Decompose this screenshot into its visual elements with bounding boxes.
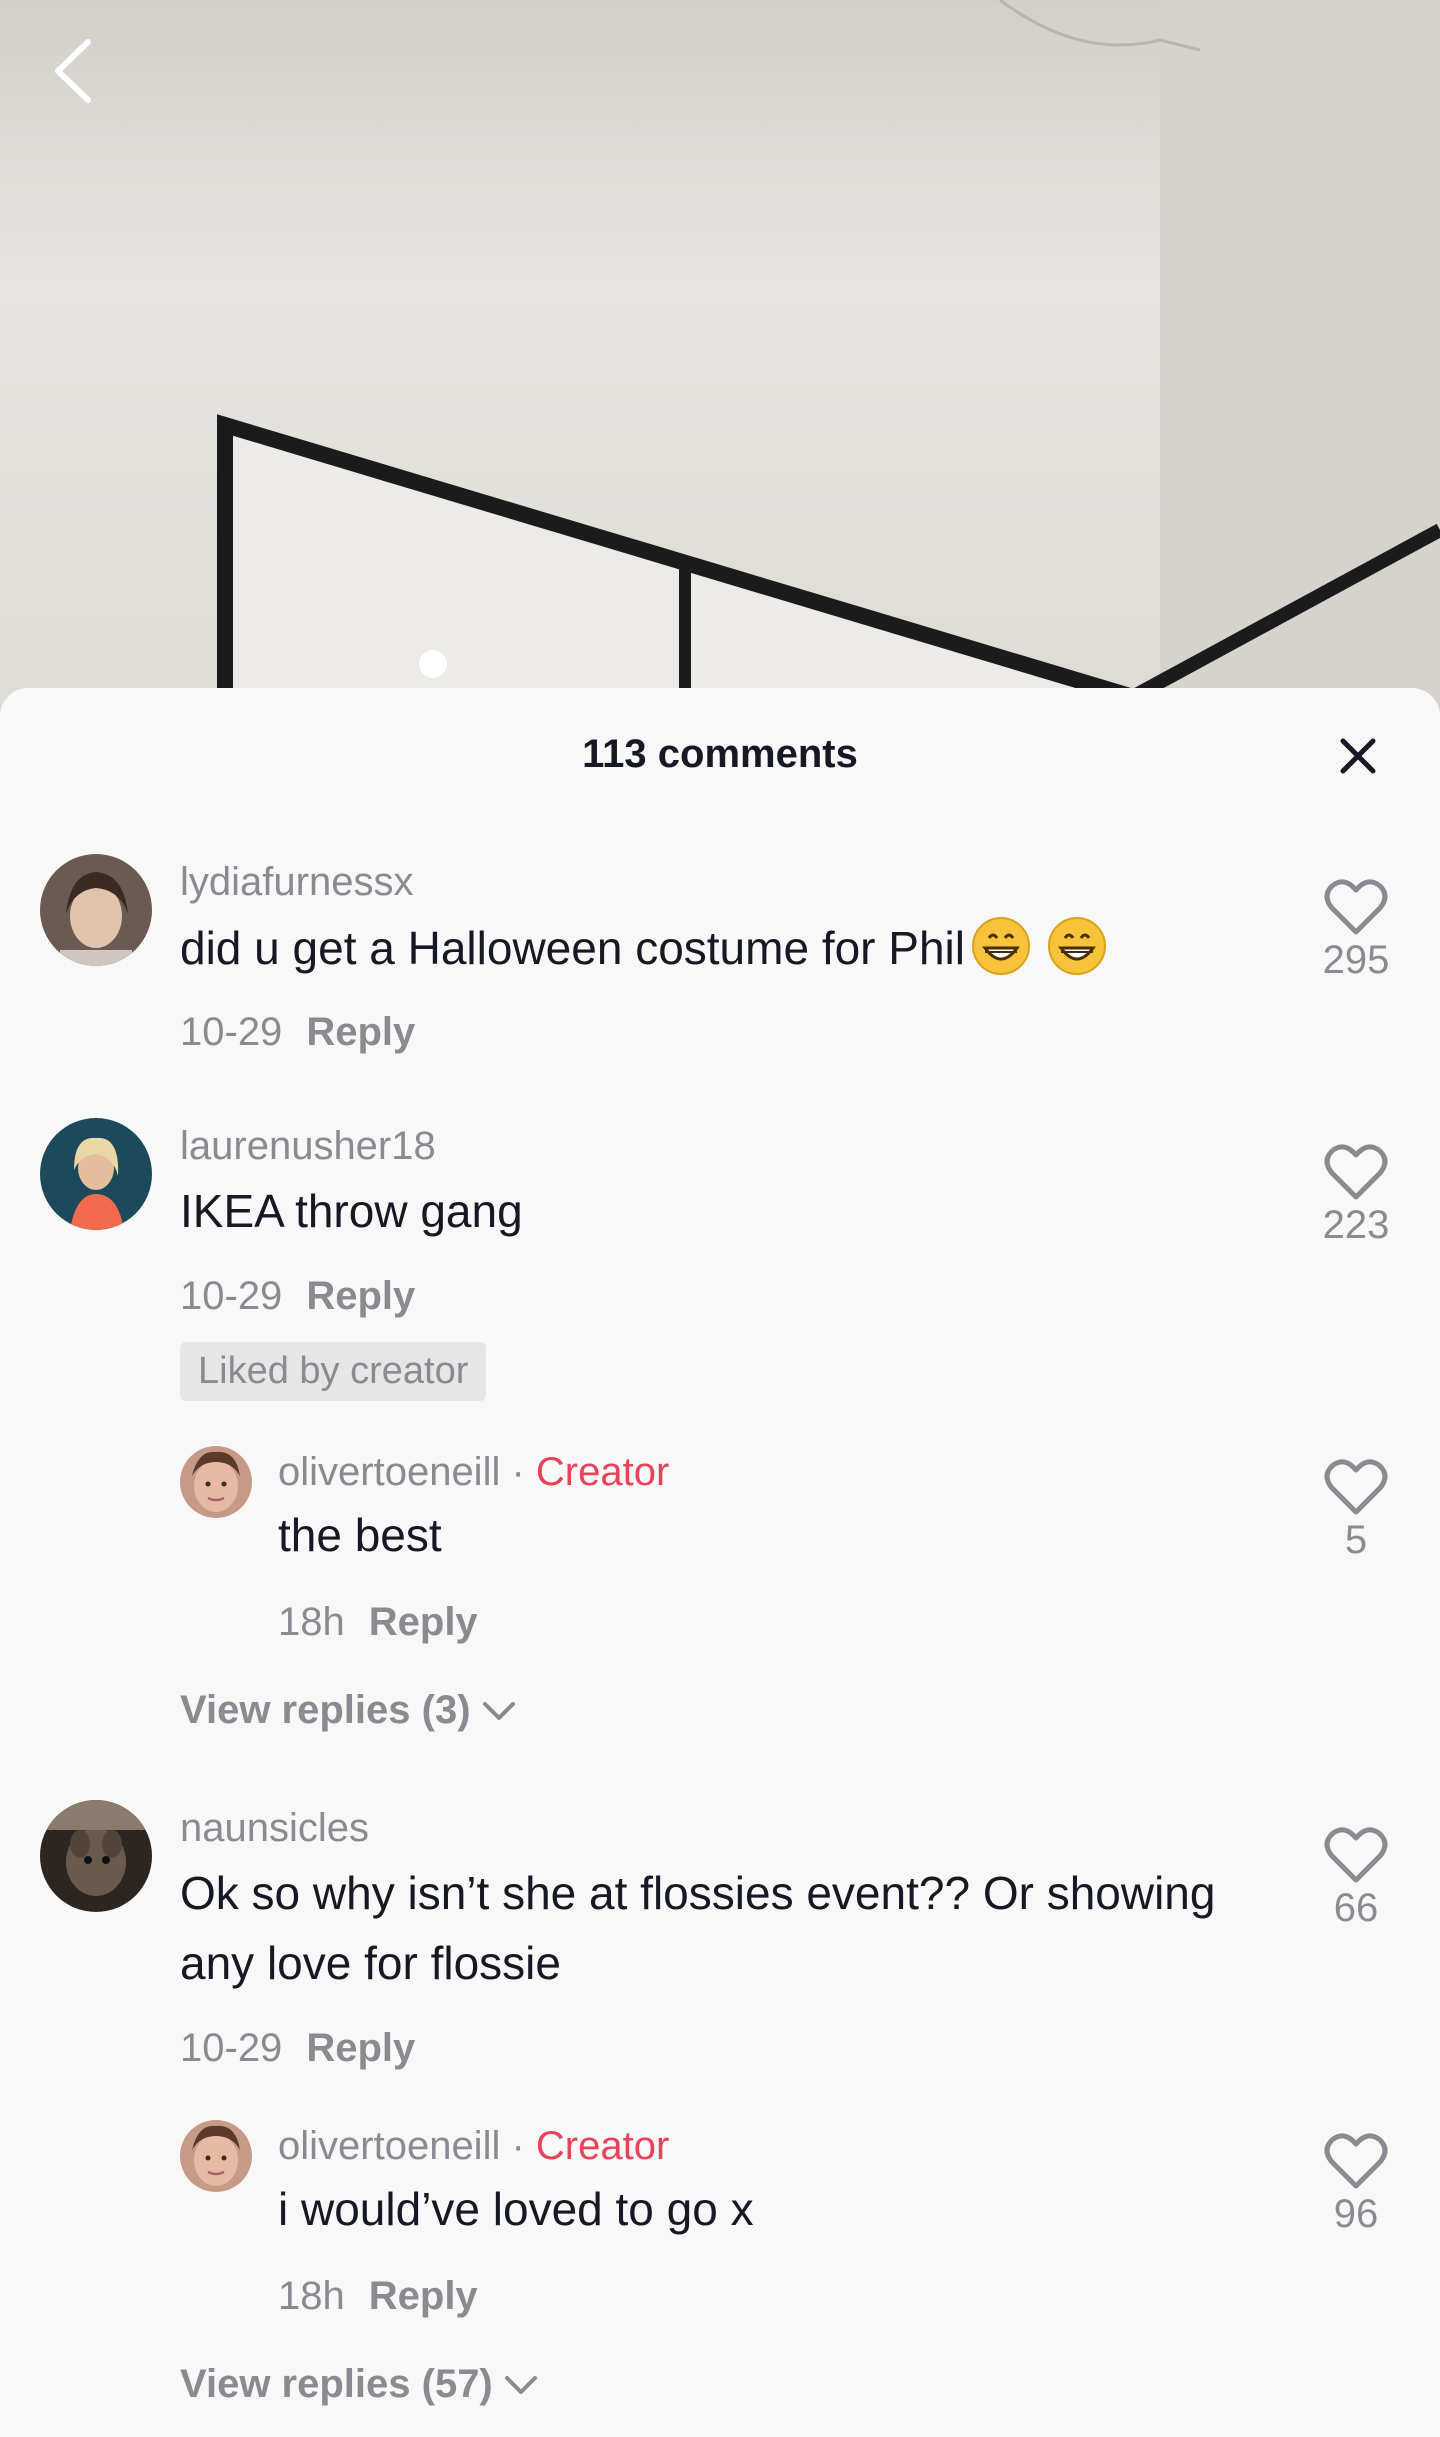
creator-tag: Creator: [535, 2124, 670, 2168]
comment-meta: 10-29 Reply: [180, 1274, 415, 1319]
chevron-left-icon: [55, 39, 91, 103]
reply-button[interactable]: Reply: [369, 2274, 478, 2318]
grinning-face-emoji: [972, 917, 1030, 975]
room-scene: [217, 0, 1440, 720]
like-button[interactable]: 223: [1300, 1143, 1412, 1248]
reply-meta: 18h Reply: [278, 2274, 478, 2319]
heart-icon: [1324, 1459, 1388, 1515]
reply-username-text[interactable]: olivertoeneill: [278, 2124, 500, 2168]
reply-username: olivertoeneill · Creator: [278, 2124, 669, 2169]
close-icon: [1340, 738, 1376, 774]
back-button[interactable]: [50, 36, 120, 116]
comments-header: 113 comments: [0, 688, 1440, 828]
video-background: [0, 0, 1440, 720]
heart-icon: [1324, 1144, 1388, 1200]
like-count: 66: [1333, 1886, 1379, 1930]
grinning-face-emoji: [1048, 917, 1106, 975]
reply-button[interactable]: Reply: [306, 2026, 415, 2070]
reply-meta: 18h Reply: [278, 1600, 478, 1645]
comments-sheet: 113 comments lydiafurnessx did u get a H…: [0, 688, 1440, 2437]
comment-username[interactable]: laurenusher18: [180, 1124, 436, 1169]
like-count: 223: [1322, 1203, 1390, 1247]
reply-text: the best: [278, 1509, 442, 1561]
chevron-down-icon: [482, 1701, 515, 1720]
comment-date: 10-29: [180, 1274, 283, 1318]
liked-by-creator-badge: Liked by creator: [180, 1342, 487, 1401]
view-replies-label: View replies (3): [180, 1688, 471, 1732]
reply-text: i would’ve loved to go x: [278, 2183, 754, 2235]
close-button[interactable]: [1330, 728, 1386, 784]
view-replies-label: View replies (57): [180, 2362, 493, 2406]
like-button[interactable]: 295: [1300, 878, 1412, 983]
like-button[interactable]: 96: [1300, 2132, 1412, 2237]
reply-button[interactable]: Reply: [306, 1010, 415, 1054]
heart-icon: [1324, 2133, 1388, 2189]
like-button[interactable]: 66: [1300, 1826, 1412, 1931]
separator-dot: ·: [511, 1450, 525, 1494]
comment-text: did u get a Halloween costume for Phil: [180, 913, 1240, 983]
like-count: 5: [1344, 1518, 1368, 1562]
comment-meta: 10-29 Reply: [180, 1010, 415, 1055]
avatar[interactable]: [40, 1800, 152, 1912]
reply-button[interactable]: Reply: [306, 1274, 415, 1318]
comment-date: 10-29: [180, 1010, 283, 1054]
avatar[interactable]: [40, 1118, 152, 1230]
heart-icon: [1324, 1827, 1388, 1883]
comment-username[interactable]: lydiafurnessx: [180, 860, 413, 905]
like-button[interactable]: 5: [1300, 1458, 1412, 1563]
view-replies-button[interactable]: View replies (3): [180, 1688, 517, 1733]
like-count: 295: [1322, 938, 1390, 982]
separator-dot: ·: [511, 2124, 525, 2168]
comments-count-title: 113 comments: [582, 732, 858, 776]
heart-icon: [1324, 879, 1388, 935]
view-replies-button[interactable]: View replies (57): [180, 2362, 539, 2407]
avatar[interactable]: [40, 854, 152, 966]
reply-username: olivertoeneill · Creator: [278, 1450, 669, 1495]
avatar[interactable]: [180, 2120, 252, 2192]
chevron-down-icon: [504, 2375, 537, 2394]
comment-text: Ok so why isn’t she at flossies event?? …: [180, 1867, 1216, 1989]
reply-date: 18h: [278, 1600, 345, 1644]
comment-username[interactable]: naunsicles: [180, 1806, 369, 1851]
like-count: 96: [1333, 2192, 1379, 2236]
comment-text: IKEA throw gang: [180, 1185, 523, 1237]
comment-meta: 10-29 Reply: [180, 2026, 415, 2071]
comment-date: 10-29: [180, 2026, 283, 2070]
creator-tag: Creator: [535, 1450, 670, 1494]
reply-button[interactable]: Reply: [369, 1600, 478, 1644]
avatar[interactable]: [180, 1446, 252, 1518]
reply-username-text[interactable]: olivertoeneill: [278, 1450, 500, 1494]
reply-date: 18h: [278, 2274, 345, 2318]
